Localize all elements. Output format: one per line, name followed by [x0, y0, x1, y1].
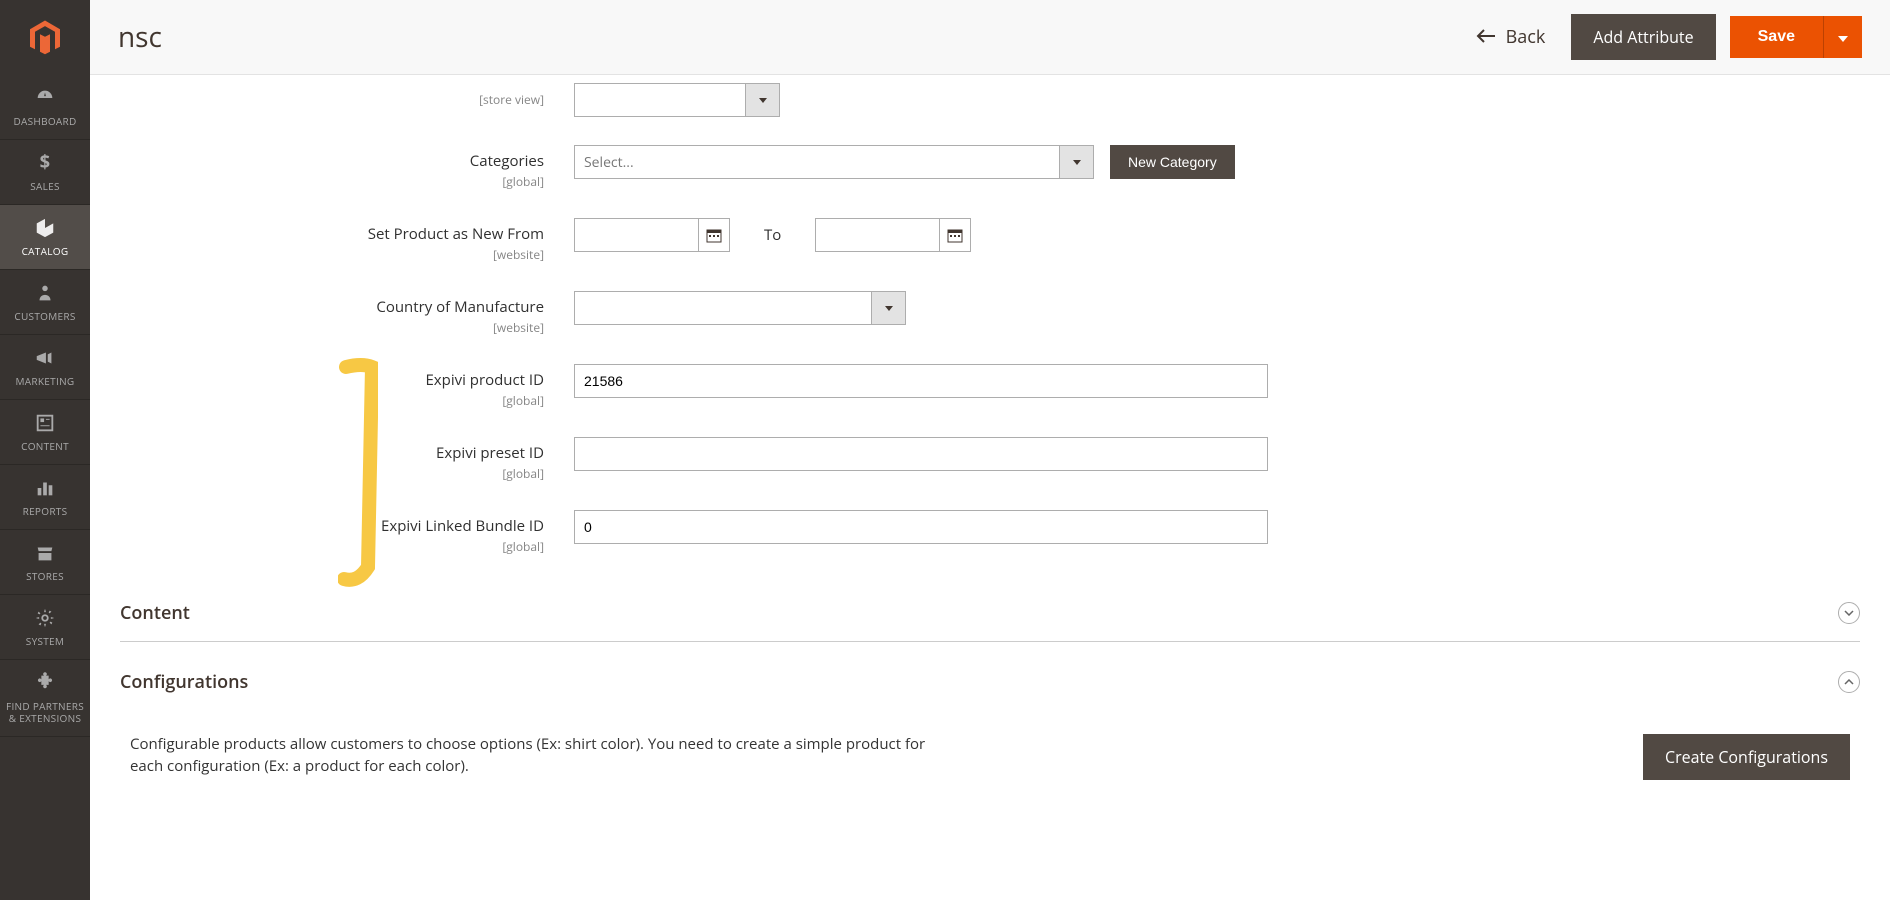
- sidebar-label: CATALOG: [0, 245, 90, 257]
- magento-logo[interactable]: [0, 0, 90, 75]
- sidebar-item-marketing[interactable]: MARKETING: [0, 335, 90, 400]
- visibility-select[interactable]: [574, 83, 746, 117]
- chevron-down-icon: [1073, 160, 1081, 165]
- add-attribute-button[interactable]: Add Attribute: [1571, 14, 1715, 60]
- back-label: Back: [1506, 25, 1546, 49]
- to-label: To: [764, 225, 781, 245]
- store-icon: [34, 542, 56, 564]
- sidebar-label: FIND PARTNERS & EXTENSIONS: [0, 700, 90, 724]
- country-scope: [website]: [120, 319, 544, 336]
- new-from-input[interactable]: [574, 218, 698, 252]
- country-label: Country of Manufacture: [376, 297, 544, 317]
- sidebar-item-sales[interactable]: $ SALES: [0, 140, 90, 205]
- expivi-preset-label: Expivi preset ID: [436, 443, 544, 463]
- sidebar-label: STORES: [0, 570, 90, 582]
- sidebar-label: CONTENT: [0, 440, 90, 452]
- sidebar-item-system[interactable]: SYSTEM: [0, 595, 90, 660]
- expivi-preset-input[interactable]: [574, 437, 1268, 471]
- new-to-calendar[interactable]: [939, 218, 971, 252]
- categories-select[interactable]: Select...: [574, 145, 1060, 179]
- categories-scope: [global]: [120, 173, 544, 190]
- content-icon: [34, 412, 56, 434]
- admin-sidebar: DASHBOARD $ SALES CATALOG CUSTOMERS MARK…: [0, 0, 90, 900]
- sidebar-label: SYSTEM: [0, 635, 90, 647]
- configurations-description: Configurable products allow customers to…: [130, 734, 950, 778]
- new-category-button[interactable]: New Category: [1110, 145, 1235, 179]
- categories-select-drop[interactable]: [1060, 145, 1094, 179]
- content-title: Content: [120, 601, 190, 625]
- sidebar-item-partners[interactable]: FIND PARTNERS & EXTENSIONS: [0, 660, 90, 737]
- create-configurations-button[interactable]: Create Configurations: [1643, 734, 1850, 780]
- country-select-drop[interactable]: [872, 291, 906, 325]
- save-dropdown[interactable]: [1823, 16, 1862, 58]
- expivi-product-input[interactable]: [574, 364, 1268, 398]
- dollar-icon: $: [34, 152, 56, 174]
- chevron-down-icon: [1838, 602, 1860, 624]
- page-title: nsc: [118, 18, 162, 56]
- sidebar-item-stores[interactable]: STORES: [0, 530, 90, 595]
- expivi-bundle-label: Expivi Linked Bundle ID: [381, 516, 544, 536]
- sidebar-label: REPORTS: [0, 505, 90, 517]
- new-from-calendar[interactable]: [698, 218, 730, 252]
- visibility-select-drop[interactable]: [746, 83, 780, 117]
- sidebar-item-content[interactable]: CONTENT: [0, 400, 90, 465]
- chevron-down-icon: [885, 306, 893, 311]
- configurations-body: Configurable products allow customers to…: [120, 710, 1860, 790]
- person-icon: [34, 282, 56, 304]
- chevron-up-icon: [1838, 671, 1860, 693]
- megaphone-icon: [34, 347, 56, 369]
- save-button[interactable]: Save: [1730, 16, 1823, 58]
- chart-icon: [34, 477, 56, 499]
- expivi-product-label: Expivi product ID: [425, 370, 544, 390]
- sidebar-label: DASHBOARD: [0, 115, 90, 127]
- sidebar-label: CUSTOMERS: [0, 310, 90, 322]
- sidebar-item-dashboard[interactable]: DASHBOARD: [0, 75, 90, 140]
- page-header: nsc Back Add Attribute Save: [90, 0, 1890, 75]
- calendar-icon: [947, 227, 963, 243]
- set-new-label: Set Product as New From: [368, 224, 544, 244]
- arrow-left-icon: [1476, 25, 1496, 49]
- content-section-head[interactable]: Content: [120, 583, 1860, 642]
- calendar-icon: [706, 227, 722, 243]
- back-button[interactable]: Back: [1464, 17, 1558, 57]
- gear-icon: [34, 607, 56, 629]
- configurations-section-head[interactable]: Configurations: [120, 652, 1860, 710]
- new-to-input[interactable]: [815, 218, 939, 252]
- triangle-down-icon: [1838, 30, 1848, 45]
- expivi-bundle-input[interactable]: [574, 510, 1268, 544]
- svg-text:$: $: [40, 152, 51, 174]
- visibility-scope: [store view]: [120, 91, 544, 108]
- sidebar-item-customers[interactable]: CUSTOMERS: [0, 270, 90, 335]
- box-icon: [34, 217, 56, 239]
- configurations-title: Configurations: [120, 670, 248, 694]
- dashboard-icon: [34, 87, 56, 109]
- sidebar-item-catalog[interactable]: CATALOG: [0, 205, 90, 270]
- set-new-scope: [website]: [120, 246, 544, 263]
- sidebar-item-reports[interactable]: REPORTS: [0, 465, 90, 530]
- expivi-preset-scope: [global]: [120, 465, 544, 482]
- categories-label: Categories: [470, 151, 544, 171]
- expivi-bundle-scope: [global]: [120, 538, 544, 555]
- puzzle-icon: [34, 672, 56, 694]
- expivi-product-scope: [global]: [120, 392, 544, 409]
- sidebar-label: MARKETING: [0, 375, 90, 387]
- chevron-down-icon: [759, 98, 767, 103]
- sidebar-label: SALES: [0, 180, 90, 192]
- country-select[interactable]: [574, 291, 872, 325]
